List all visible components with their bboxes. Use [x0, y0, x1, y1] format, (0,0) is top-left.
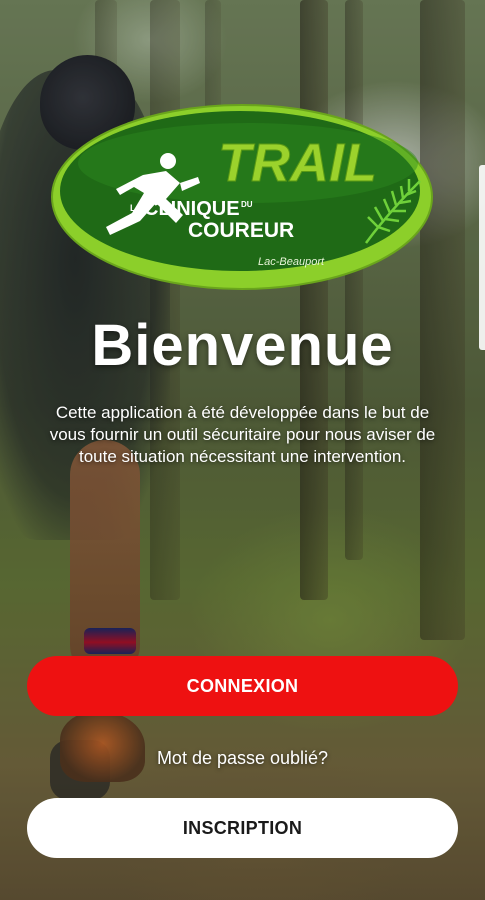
trail-clinique-logo: TRAIL LA CLINIQUE DU COUREUR Lac-Beaupor…: [51, 104, 433, 290]
logo-trail-text: TRAIL: [218, 133, 377, 193]
logo-clinique-text: CLINIQUE: [144, 198, 240, 220]
logo-coureur-text: COUREUR: [188, 219, 294, 242]
logo-la-text: LA: [130, 203, 142, 213]
welcome-screen: TRAIL LA CLINIQUE DU COUREUR Lac-Beaupor…: [0, 0, 485, 900]
forgot-password-link[interactable]: Mot de passe oublié?: [0, 748, 485, 769]
signup-button[interactable]: INSCRIPTION: [27, 798, 458, 858]
logo-location-text: Lac-Beauport: [258, 256, 325, 268]
page-title: Bienvenue: [91, 313, 394, 378]
welcome-description: Cette application à été développée dans …: [49, 403, 436, 466]
login-button[interactable]: CONNEXION: [27, 656, 458, 716]
logo-du-text: DU: [241, 200, 253, 209]
